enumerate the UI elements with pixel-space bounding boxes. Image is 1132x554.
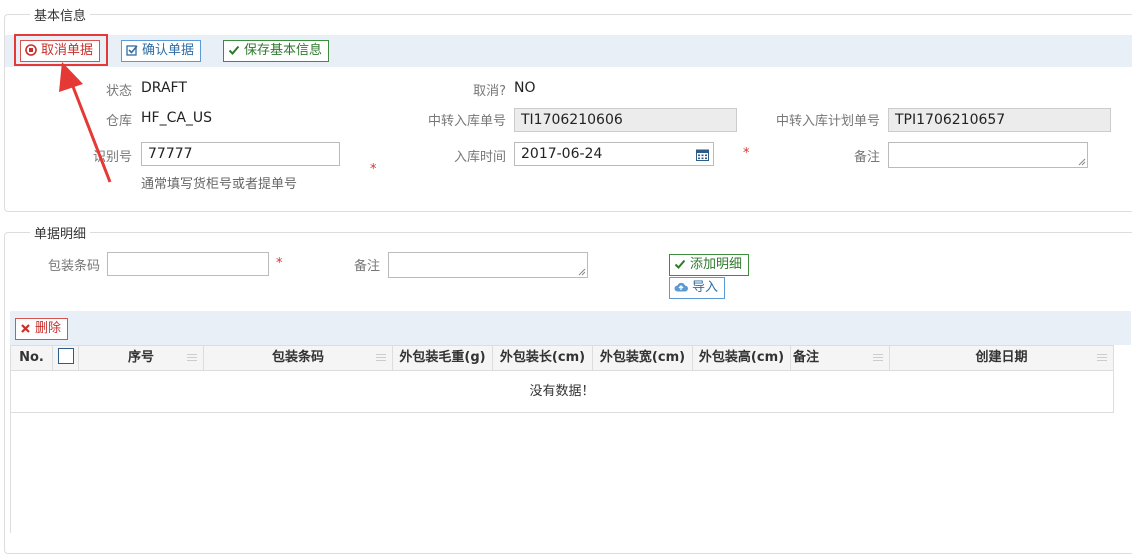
import-button[interactable]: 导入	[669, 277, 726, 299]
column-header-created-date[interactable]: 创建日期	[890, 346, 1113, 370]
inbound-time-value: 2017-06-24	[521, 146, 603, 162]
detail-grid-scroll-area	[10, 413, 1132, 533]
select-all-checkbox[interactable]	[57, 348, 74, 364]
column-header-barcode[interactable]: 包装条码	[204, 346, 393, 370]
detail-remark-label: 备注	[353, 259, 380, 274]
barcode-label: 包装条码	[47, 259, 100, 274]
column-header-created-date-label: 创建日期	[975, 350, 1028, 365]
save-basic-info-button[interactable]: 保存基本信息	[223, 40, 330, 62]
column-header-remark-label: 备注	[793, 350, 820, 365]
column-menu-icon[interactable]	[187, 354, 197, 362]
delete-label: 删除	[35, 321, 62, 336]
inbound-time-required-mark: *	[743, 146, 750, 161]
column-header-height[interactable]: 外包装高(cm)	[693, 346, 791, 370]
column-header-length[interactable]: 外包装长(cm)	[493, 346, 593, 370]
column-header-barcode-label: 包装条码	[271, 350, 324, 365]
empty-data-message: 没有数据！	[529, 384, 595, 399]
add-detail-button[interactable]: 添加明细	[669, 254, 750, 276]
check-icon	[674, 259, 686, 269]
cloud-upload-icon	[674, 282, 688, 292]
inbound-time-field[interactable]: 2017-06-24	[514, 142, 714, 166]
column-header-remark[interactable]: 备注	[791, 346, 890, 370]
barcode-input[interactable]	[107, 252, 269, 276]
column-header-select[interactable]	[53, 346, 79, 370]
transfer-plan-label: 中转入库计划单号	[775, 114, 880, 129]
transfer-no-field[interactable]: TI1706210606	[514, 108, 737, 132]
detail-grid-body: 没有数据！	[10, 371, 1114, 413]
import-label: 导入	[692, 280, 719, 295]
cancelled-label: 取消?	[473, 84, 506, 99]
annotation-arrow-icon	[59, 62, 112, 183]
transfer-no-label: 中转入库单号	[427, 114, 506, 129]
resize-handle-icon[interactable]	[1078, 158, 1086, 166]
add-detail-label: 添加明细	[690, 257, 743, 272]
cancelled-value: NO	[514, 80, 536, 96]
resize-handle-icon[interactable]	[578, 268, 586, 276]
transfer-plan-field[interactable]: TPI1706210657	[888, 108, 1111, 132]
id-required-mark: *	[370, 162, 377, 177]
delete-button[interactable]: 删除	[15, 318, 69, 340]
barcode-required-mark: *	[276, 256, 283, 271]
close-icon	[21, 324, 30, 333]
column-header-no: No.	[11, 346, 53, 370]
remark-label: 备注	[853, 150, 880, 165]
column-menu-icon[interactable]	[1097, 354, 1107, 362]
column-menu-icon[interactable]	[376, 354, 386, 362]
detail-toolbar	[10, 311, 1131, 345]
inbound-time-label: 入库时间	[453, 150, 506, 165]
remark-textarea[interactable]	[888, 142, 1088, 168]
save-basic-info-label: 保存基本信息	[244, 43, 323, 58]
column-menu-icon[interactable]	[873, 354, 883, 362]
column-header-gross-weight[interactable]: 外包装毛重(g)	[393, 346, 493, 370]
detail-remark-textarea[interactable]	[388, 252, 588, 278]
column-header-seq[interactable]: 序号	[79, 346, 204, 370]
check-icon	[228, 45, 240, 55]
detail-grid-header: No. 序号 包装条码 外包装毛重(g) 外包装长(cm) 外包装宽(cm) 外…	[10, 345, 1114, 371]
column-header-seq-label: 序号	[127, 350, 154, 365]
detail-legend: 单据明细	[30, 223, 91, 242]
calendar-icon[interactable]	[696, 148, 709, 161]
column-header-width[interactable]: 外包装宽(cm)	[593, 346, 693, 370]
